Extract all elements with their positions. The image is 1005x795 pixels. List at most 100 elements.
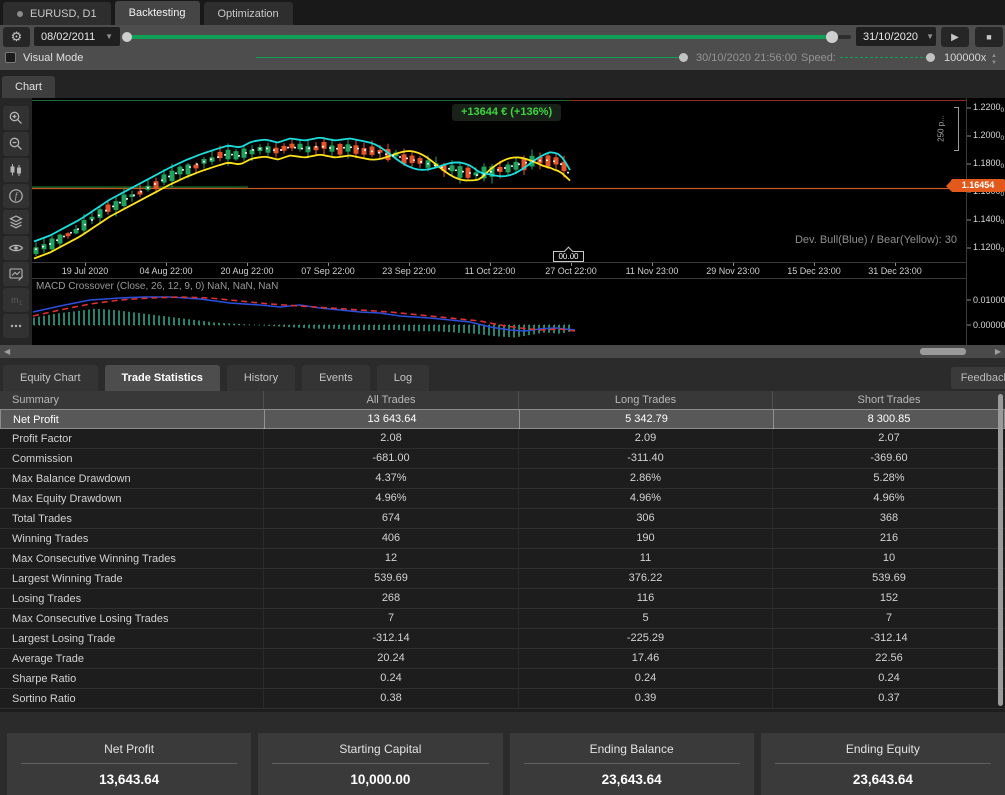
start-date-select[interactable]: 08/02/2011 ▼ (34, 27, 120, 46)
chevron-down-icon[interactable]: ▼ (991, 60, 997, 66)
objects-button[interactable] (3, 210, 29, 234)
row-value: 152 (772, 589, 1005, 608)
column-header-summary: Summary (12, 394, 60, 406)
time-tick-label: 15 Dec 23:00 (787, 266, 841, 276)
scroll-right-icon[interactable]: ▶ (995, 347, 1001, 356)
table-row-losing-trades[interactable]: Losing Trades 268 116 152 (0, 589, 1005, 609)
range-start-handle[interactable] (122, 32, 132, 42)
macd-panel[interactable]: MACD Crossover (Close, 26, 12, 9, 0) NaN… (32, 278, 966, 343)
profit-loss-badge: +13644 € (+136%) (452, 104, 562, 121)
play-button[interactable]: ▶ (941, 27, 969, 47)
indicators-button[interactable]: f (3, 184, 29, 208)
speed-slider-handle[interactable] (926, 52, 935, 62)
end-date-value: 31/10/2020 (863, 30, 919, 43)
start-date-value: 08/02/2011 (41, 30, 96, 43)
chart-settings-button[interactable] (3, 262, 29, 286)
row-value: 8 300.85 (773, 410, 1004, 429)
row-label: Profit Factor (12, 432, 72, 445)
tab-backtesting[interactable]: Backtesting (114, 1, 200, 25)
column-header-short-trades: Short Trades (772, 391, 1005, 409)
eye-icon (8, 244, 24, 252)
tab-instrument[interactable]: EURUSD, D1 (3, 2, 111, 25)
speed-stepper[interactable]: ▲ ▼ (991, 53, 997, 66)
row-value: 0.39 (518, 689, 772, 708)
instrument-status-dot (17, 10, 23, 17)
table-row-sharpe-ratio[interactable]: Sharpe Ratio 0.24 0.24 0.24 (0, 669, 1005, 689)
row-value: -312.14 (263, 629, 518, 648)
row-value: 268 (263, 589, 518, 608)
feedback-button[interactable]: Feedback (950, 367, 1005, 389)
zoom-out-button[interactable] (3, 132, 29, 156)
table-row-total-trades[interactable]: Total Trades 674 306 368 (0, 509, 1005, 529)
scroll-left-icon[interactable]: ◀ (4, 347, 10, 356)
backtesting-toolbar: ⚙ 08/02/2011 ▼ 31/10/2020 ▼ ▶ ■ Visual Mod… (0, 25, 1005, 70)
tab-chart[interactable]: Chart (2, 76, 55, 98)
chart-type-button[interactable] (3, 158, 29, 182)
card-title: Net Profit (104, 742, 155, 756)
row-label: Net Profit (13, 413, 59, 426)
macd-indicator-title: MACD Crossover (Close, 26, 12, 9, 0) NaN… (36, 281, 279, 292)
table-vertical-scrollbar[interactable] (998, 394, 1003, 706)
tab-log[interactable]: Log (376, 365, 430, 391)
date-range-slider-track[interactable] (125, 35, 837, 39)
table-row-commission[interactable]: Commission -681.00 -311.40 -369.60 (0, 449, 1005, 469)
row-value: 5 342.79 (519, 410, 773, 429)
table-row-largest-losing-trade[interactable]: Largest Losing Trade -312.14 -225.29 -312.1… (0, 629, 1005, 649)
tab-optimization[interactable]: Optimization (203, 2, 293, 25)
column-header-long-trades: Long Trades (518, 391, 772, 409)
table-row-max-consecutive-losing-trades[interactable]: Max Consecutive Losing Trades 7 5 7 (0, 609, 1005, 629)
playback-progress-handle[interactable] (679, 52, 688, 62)
range-position-handle[interactable] (826, 31, 838, 43)
playback-progress-line[interactable] (256, 57, 680, 58)
table-body: Net Profit 13 643.64 5 342.79 8 300.85 Profi… (0, 409, 1005, 709)
current-backtest-time: 30/10/2020 21:56:00 (696, 52, 797, 64)
scrollbar-thumb[interactable] (920, 348, 966, 355)
chart-horizontal-scrollbar[interactable]: ◀ ▶ (0, 345, 1005, 358)
price-axis[interactable]: 1.220001.200001.180001.160001.140001.120… (966, 98, 1005, 345)
row-value: -369.60 (772, 449, 1005, 468)
end-date-select[interactable]: 31/10/2020 ▼ (856, 27, 936, 46)
table-row-winning-trades[interactable]: Winning Trades 406 190 216 (0, 529, 1005, 549)
table-row-sortino-ratio[interactable]: Sortino Ratio 0.38 0.39 0.37 (0, 689, 1005, 709)
table-row-max-balance-drawdown[interactable]: Max Balance Drawdown 4.37% 2.86% 5.28% (0, 469, 1005, 489)
speed-slider-track[interactable] (840, 57, 928, 58)
row-value: 0.24 (263, 669, 518, 688)
table-row-net-profit[interactable]: Net Profit 13 643.64 5 342.79 8 300.85 (0, 409, 1005, 429)
tab-equity-chart[interactable]: Equity Chart (3, 365, 98, 391)
table-row-largest-winning-trade[interactable]: Largest Winning Trade 539.69 376.22 539.69 (0, 569, 1005, 589)
row-value: -681.00 (263, 449, 518, 468)
stop-button[interactable]: ■ (975, 27, 1003, 47)
table-header: Summary All Trades Long Trades Short Tra… (0, 391, 1005, 409)
indicator-parameters-label: Dev. Bull(Blue) / Bear(Yellow): 30 (794, 234, 957, 246)
visual-mode-checkbox[interactable] (5, 52, 16, 63)
chart-panel-tabstrip: Chart (0, 70, 1005, 98)
chevron-up-icon[interactable]: ▲ (991, 53, 997, 59)
svg-text:1: 1 (19, 301, 23, 307)
time-axis[interactable]: 19 Jul 2020 04 Aug 22:00 20 Aug 22:00 07 Se… (32, 262, 966, 278)
table-row-max-equity-drawdown[interactable]: Max Equity Drawdown 4.96% 4.96% 4.96% (0, 489, 1005, 509)
tab-history[interactable]: History (226, 365, 296, 391)
price-tick-mark (967, 163, 971, 165)
chart-area: f m1 +13644 € (+136%) Dev. Bull(Blue) / … (0, 98, 1005, 345)
more-options-button[interactable] (3, 314, 29, 338)
row-label: Max Consecutive Losing Trades (12, 612, 169, 625)
tab-events[interactable]: Events (302, 365, 370, 391)
speed-value: 100000x (944, 52, 987, 64)
date-range-slider-rest[interactable] (838, 35, 851, 39)
row-value: 2.86% (518, 469, 772, 488)
row-value: 306 (518, 509, 772, 528)
row-value: 2.09 (518, 429, 772, 448)
zoom-in-button[interactable] (3, 106, 29, 130)
tab-trade-statistics[interactable]: Trade Statistics (104, 365, 220, 391)
chart-settings-icon (9, 268, 23, 281)
table-row-max-consecutive-winning-trades[interactable]: Max Consecutive Winning Trades 12 11 10 (0, 549, 1005, 569)
table-row-average-trade[interactable]: Average Trade 20.24 17.46 22.56 (0, 649, 1005, 669)
visibility-button[interactable] (3, 236, 29, 260)
timeframe-m1-button[interactable]: m1 (3, 288, 29, 312)
row-value: 4.96% (772, 489, 1005, 508)
row-label: Largest Winning Trade (12, 572, 123, 585)
settings-button[interactable]: ⚙ (3, 27, 30, 47)
time-tick-label: 11 Oct 22:00 (464, 266, 516, 276)
table-row-profit-factor[interactable]: Profit Factor 2.08 2.09 2.07 (0, 429, 1005, 449)
zoom-in-icon (9, 111, 22, 124)
